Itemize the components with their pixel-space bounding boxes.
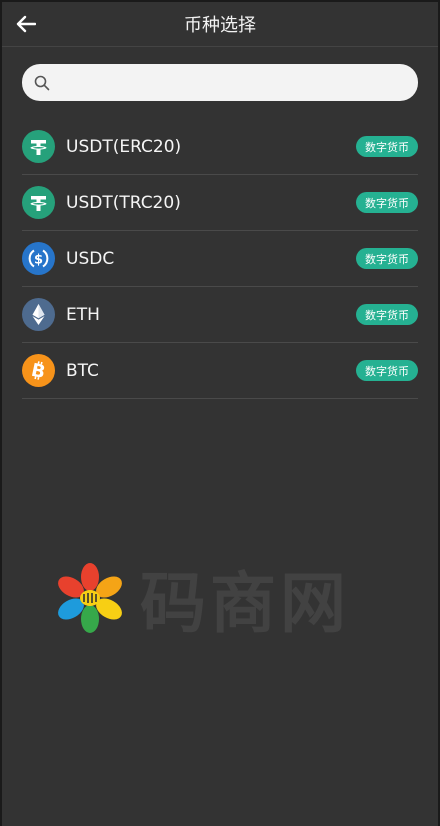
coin-name: USDT(ERC20) [66,136,182,157]
coin-type-badge: 数字货币 [356,248,418,269]
page-title: 币种选择 [184,15,256,36]
coin-name: USDC [66,248,115,269]
coin-row-usdc[interactable]: $ USDC 数字货币 [22,231,418,287]
coin-name: USDT(TRC20) [66,192,181,213]
watermark: 码商网 [52,550,350,646]
search-input[interactable] [56,67,418,98]
coin-name: ETH [66,304,100,325]
svg-text:$: $ [34,253,43,268]
tether-icon [22,130,55,163]
coin-name: BTC [66,360,99,381]
coin-type-badge: 数字货币 [356,192,418,213]
tether-icon [22,186,55,219]
ethereum-icon [22,298,55,331]
bitcoin-icon: B [22,354,55,387]
coin-row-usdt-trc20[interactable]: USDT(TRC20) 数字货币 [22,175,418,231]
coin-type-badge: 数字货币 [356,304,418,325]
coin-row-btc[interactable]: B BTC 数字货币 [22,343,418,399]
search-container [2,47,438,101]
coin-row-usdt-erc20[interactable]: USDT(ERC20) 数字货币 [22,119,418,175]
coin-list: USDT(ERC20) 数字货币 USDT(TRC20) 数字货币 $ USDC… [2,119,438,399]
header-bar: 币种选择 [2,2,438,47]
coin-row-eth[interactable]: ETH 数字货币 [22,287,418,343]
back-button[interactable] [12,10,40,38]
watermark-text: 码商网 [140,565,350,642]
coin-type-badge: 数字货币 [356,360,418,381]
search-icon [34,75,50,90]
arrow-left-icon [16,15,36,33]
usdc-icon: $ [22,242,55,275]
flower-logo-icon [58,563,122,633]
search-bar[interactable] [22,64,418,101]
app-screen: 币种选择 USDT(ERC20) 数字货币 USDT(TRC20) 数字货币 $… [0,0,440,826]
coin-type-badge: 数字货币 [356,136,418,157]
